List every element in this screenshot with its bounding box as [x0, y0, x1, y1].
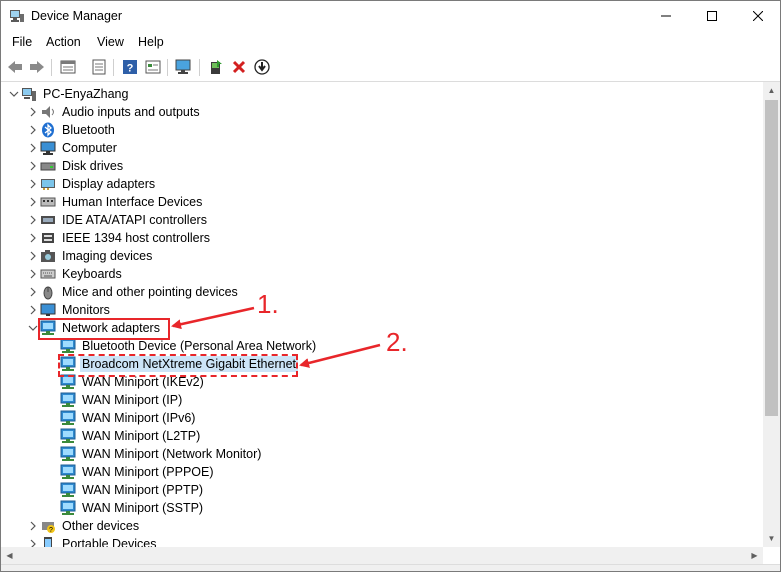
annotation-arrows	[171, 306, 381, 368]
arrow-1	[171, 306, 255, 330]
device-manager-window: Device Manager File Action View Help ? P…	[0, 0, 781, 572]
annotation-step-2: 2.	[386, 327, 408, 357]
annotation-step-1: 1.	[257, 289, 279, 319]
arrow-2	[299, 343, 381, 368]
